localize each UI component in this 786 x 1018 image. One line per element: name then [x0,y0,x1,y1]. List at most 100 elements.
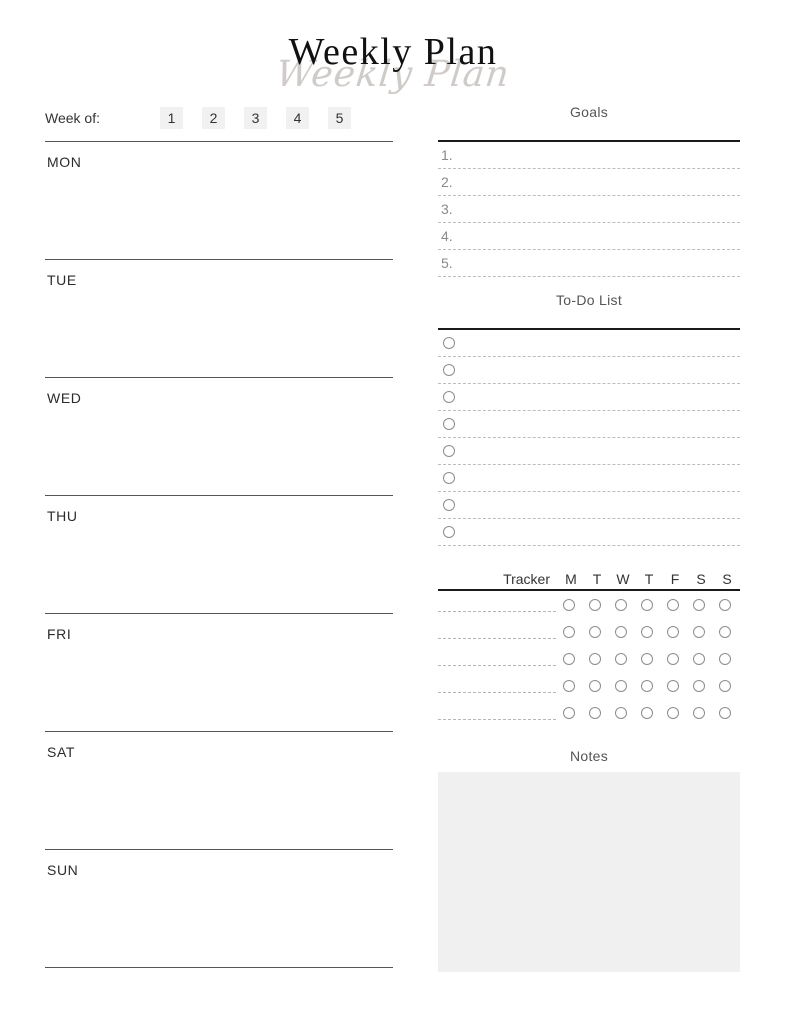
week-of-box-2[interactable]: 2 [202,107,225,129]
circle-checkbox-icon[interactable] [443,391,455,403]
day-block-tue[interactable]: TUE [45,259,393,377]
circle-checkbox-icon[interactable] [641,706,653,719]
circle-checkbox-icon[interactable] [443,364,455,376]
tracker-cell[interactable] [660,652,686,665]
tracker-cell[interactable] [660,598,686,611]
day-block-wed[interactable]: WED [45,377,393,495]
circle-checkbox-icon[interactable] [667,679,679,692]
tracker-cell[interactable] [608,625,634,638]
day-block-thu[interactable]: THU [45,495,393,613]
circle-checkbox-icon[interactable] [615,679,627,692]
todo-row[interactable] [438,411,740,438]
week-of-box-5[interactable]: 5 [328,107,351,129]
tracker-cell[interactable] [608,652,634,665]
week-of-box-4[interactable]: 4 [286,107,309,129]
tracker-habit-input[interactable] [438,624,556,639]
todo-row[interactable] [438,384,740,411]
tracker-cell[interactable] [634,598,660,611]
tracker-cell[interactable] [712,706,738,719]
tracker-habit-input[interactable] [438,651,556,666]
tracker-cell[interactable] [556,625,582,638]
tracker-cell[interactable] [608,706,634,719]
tracker-cell[interactable] [582,679,608,692]
circle-checkbox-icon[interactable] [563,652,575,665]
todo-row[interactable] [438,330,740,357]
tracker-cell[interactable] [634,679,660,692]
notes-input-area[interactable] [438,772,740,972]
tracker-cell[interactable] [686,652,712,665]
circle-checkbox-icon[interactable] [667,706,679,719]
circle-checkbox-icon[interactable] [443,526,455,538]
circle-checkbox-icon[interactable] [719,598,731,611]
tracker-cell[interactable] [660,625,686,638]
tracker-cell[interactable] [686,679,712,692]
day-block-sat[interactable]: SAT [45,731,393,849]
circle-checkbox-icon[interactable] [563,706,575,719]
tracker-cell[interactable] [556,652,582,665]
circle-checkbox-icon[interactable] [693,598,705,611]
tracker-cell[interactable] [556,679,582,692]
circle-checkbox-icon[interactable] [641,679,653,692]
circle-checkbox-icon[interactable] [589,706,601,719]
circle-checkbox-icon[interactable] [719,679,731,692]
day-block-mon[interactable]: MON [45,141,393,259]
circle-checkbox-icon[interactable] [615,706,627,719]
circle-checkbox-icon[interactable] [615,652,627,665]
tracker-cell[interactable] [634,652,660,665]
tracker-cell[interactable] [582,598,608,611]
goal-row[interactable]: 2. [438,169,740,196]
todo-row[interactable] [438,465,740,492]
circle-checkbox-icon[interactable] [719,625,731,638]
tracker-habit-input[interactable] [438,678,556,693]
tracker-cell[interactable] [712,679,738,692]
tracker-cell[interactable] [686,625,712,638]
circle-checkbox-icon[interactable] [563,598,575,611]
tracker-habit-input[interactable] [438,705,556,720]
tracker-cell[interactable] [712,652,738,665]
week-of-box-1[interactable]: 1 [160,107,183,129]
tracker-cell[interactable] [608,679,634,692]
circle-checkbox-icon[interactable] [641,652,653,665]
tracker-cell[interactable] [712,625,738,638]
tracker-cell[interactable] [556,598,582,611]
tracker-cell[interactable] [660,679,686,692]
circle-checkbox-icon[interactable] [443,337,455,349]
goal-row[interactable]: 4. [438,223,740,250]
circle-checkbox-icon[interactable] [589,652,601,665]
circle-checkbox-icon[interactable] [589,625,601,638]
goal-row[interactable]: 3. [438,196,740,223]
goal-row[interactable]: 1. [438,142,740,169]
circle-checkbox-icon[interactable] [443,445,455,457]
day-block-fri[interactable]: FRI [45,613,393,731]
circle-checkbox-icon[interactable] [719,706,731,719]
circle-checkbox-icon[interactable] [563,679,575,692]
tracker-cell[interactable] [582,652,608,665]
circle-checkbox-icon[interactable] [693,652,705,665]
tracker-cell[interactable] [582,625,608,638]
day-block-sun[interactable]: SUN [45,849,393,967]
circle-checkbox-icon[interactable] [589,598,601,611]
circle-checkbox-icon[interactable] [641,625,653,638]
circle-checkbox-icon[interactable] [615,625,627,638]
circle-checkbox-icon[interactable] [563,625,575,638]
tracker-cell[interactable] [686,706,712,719]
tracker-cell[interactable] [608,598,634,611]
circle-checkbox-icon[interactable] [693,679,705,692]
tracker-cell[interactable] [556,706,582,719]
circle-checkbox-icon[interactable] [667,652,679,665]
circle-checkbox-icon[interactable] [667,598,679,611]
week-of-box-3[interactable]: 3 [244,107,267,129]
circle-checkbox-icon[interactable] [443,418,455,430]
circle-checkbox-icon[interactable] [589,679,601,692]
tracker-habit-input[interactable] [438,597,556,612]
tracker-cell[interactable] [686,598,712,611]
todo-row[interactable] [438,519,740,546]
tracker-cell[interactable] [712,598,738,611]
tracker-cell[interactable] [634,625,660,638]
circle-checkbox-icon[interactable] [641,598,653,611]
circle-checkbox-icon[interactable] [719,652,731,665]
todo-row[interactable] [438,357,740,384]
circle-checkbox-icon[interactable] [443,499,455,511]
tracker-cell[interactable] [634,706,660,719]
circle-checkbox-icon[interactable] [667,625,679,638]
